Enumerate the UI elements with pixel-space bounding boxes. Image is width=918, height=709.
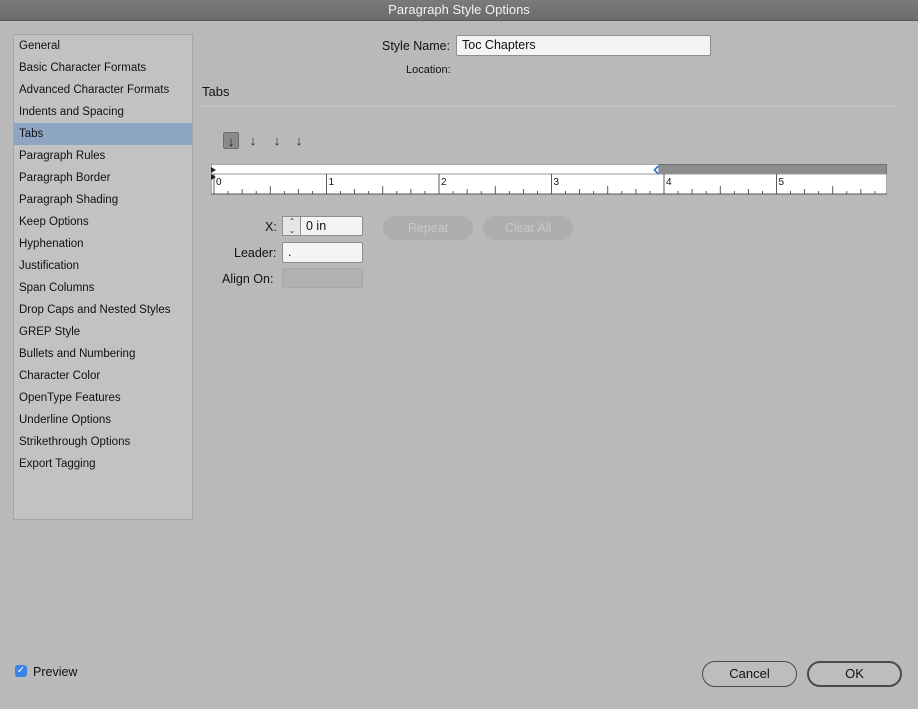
ruler-label: 0 bbox=[216, 177, 222, 188]
sidebar-item-grep-style[interactable]: GREP Style bbox=[14, 321, 192, 343]
ruler-label: 3 bbox=[554, 177, 560, 188]
sidebar-item-underline-options[interactable]: Underline Options bbox=[14, 409, 192, 431]
location-label: Location: bbox=[406, 64, 451, 76]
x-stepper[interactable]: ⌃ ⌄ bbox=[282, 216, 301, 236]
align-on-label: Align On: bbox=[222, 272, 274, 286]
x-position-input[interactable]: 0 in bbox=[300, 216, 363, 236]
sidebar-item-drop-caps-and-nested-styles[interactable]: Drop Caps and Nested Styles bbox=[14, 299, 192, 321]
sidebar-item-character-color[interactable]: Character Color bbox=[14, 365, 192, 387]
sidebar-item-paragraph-shading[interactable]: Paragraph Shading bbox=[14, 189, 192, 211]
x-label: X: bbox=[265, 220, 277, 234]
preview-label: Preview bbox=[33, 665, 78, 679]
style-name-label: Style Name: bbox=[382, 39, 451, 53]
window-title: Paragraph Style Options bbox=[0, 0, 918, 21]
sidebar-item-keep-options[interactable]: Keep Options bbox=[14, 211, 192, 233]
section-divider bbox=[202, 106, 896, 107]
center-justified-tab-icon[interactable]: ↓ bbox=[245, 132, 261, 149]
preview-checkbox[interactable]: ✓ bbox=[15, 665, 27, 677]
tab-ruler[interactable]: 0 1 2 3 4 5 bbox=[211, 164, 887, 195]
align-on-input[interactable] bbox=[282, 268, 363, 288]
leader-input[interactable]: . bbox=[282, 242, 363, 263]
align-to-decimal-tab-icon[interactable]: ↓ bbox=[291, 132, 307, 149]
sidebar-item-strikethrough-options[interactable]: Strikethrough Options bbox=[14, 431, 192, 453]
clear-all-button[interactable]: Clear All bbox=[483, 216, 573, 240]
cancel-button[interactable]: Cancel bbox=[702, 661, 797, 687]
ruler-label: 1 bbox=[329, 177, 335, 188]
sidebar-item-justification[interactable]: Justification bbox=[14, 255, 192, 277]
sidebar-item-opentype-features[interactable]: OpenType Features bbox=[14, 387, 192, 409]
section-title: Tabs bbox=[202, 84, 230, 99]
ruler-right-indent-strip bbox=[658, 164, 887, 174]
sidebar-item-span-columns[interactable]: Span Columns bbox=[14, 277, 192, 299]
ok-button[interactable]: OK bbox=[807, 661, 902, 687]
sidebar-item-paragraph-rules[interactable]: Paragraph Rules bbox=[14, 145, 192, 167]
category-list: General Basic Character Formats Advanced C… bbox=[13, 34, 193, 520]
left-justified-tab-icon[interactable]: ↓ bbox=[223, 132, 239, 149]
ruler-label: 4 bbox=[666, 177, 672, 188]
sidebar-item-hyphenation[interactable]: Hyphenation bbox=[14, 233, 192, 255]
repeat-button[interactable]: Repeat bbox=[383, 216, 473, 240]
style-name-input[interactable]: Toc Chapters bbox=[456, 35, 711, 56]
leader-label: Leader: bbox=[234, 246, 277, 260]
ruler-label: 2 bbox=[441, 177, 447, 188]
sidebar-item-indents-and-spacing[interactable]: Indents and Spacing bbox=[14, 101, 192, 123]
sidebar-item-tabs[interactable]: Tabs bbox=[14, 123, 192, 145]
sidebar-item-bullets-and-numbering[interactable]: Bullets and Numbering bbox=[14, 343, 192, 365]
ruler-top-strip bbox=[211, 164, 659, 174]
sidebar-item-general[interactable]: General bbox=[14, 35, 192, 57]
right-justified-tab-icon[interactable]: ↓ bbox=[269, 132, 285, 149]
sidebar-item-paragraph-border[interactable]: Paragraph Border bbox=[14, 167, 192, 189]
sidebar-item-basic-character-formats[interactable]: Basic Character Formats bbox=[14, 57, 192, 79]
sidebar-item-advanced-character-formats[interactable]: Advanced Character Formats bbox=[14, 79, 192, 101]
sidebar-item-export-tagging[interactable]: Export Tagging bbox=[14, 453, 192, 475]
ruler-label: 5 bbox=[779, 177, 785, 188]
